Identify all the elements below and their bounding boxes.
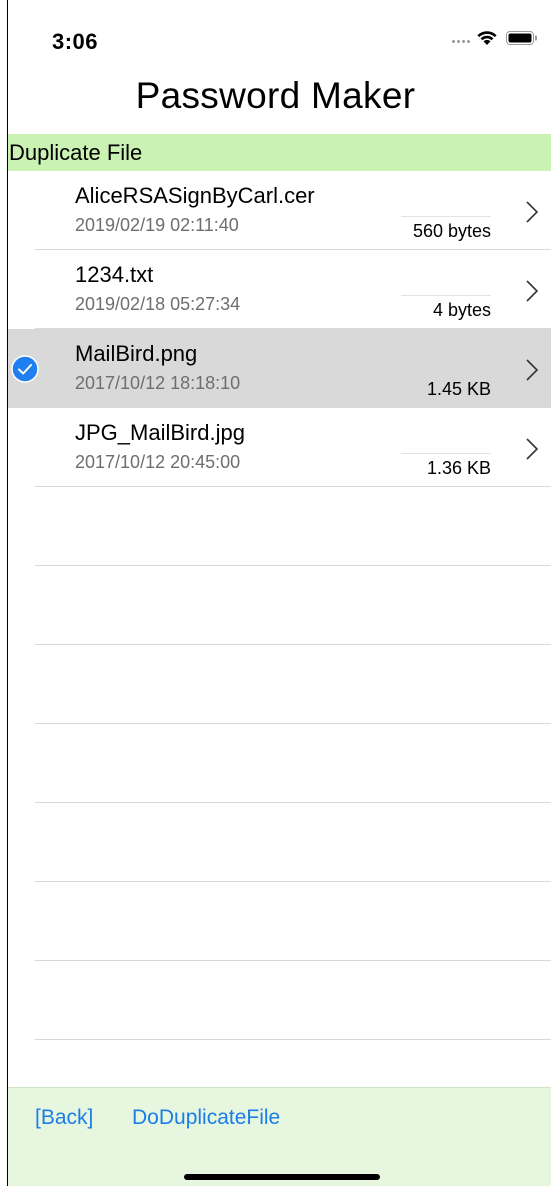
chevron-right-icon [526, 359, 538, 381]
empty-row [8, 882, 551, 961]
file-date: 2019/02/18 05:27:34 [75, 294, 241, 314]
file-row[interactable]: 1234.txt 2019/02/18 05:27:34 4 bytes [8, 250, 551, 329]
bottom-toolbar: [Back] DoDuplicateFile [8, 1087, 551, 1186]
file-row[interactable]: AliceRSASignByCarl.cer 2019/02/19 02:11:… [8, 171, 551, 250]
empty-row [8, 961, 551, 1040]
file-date: 2017/10/12 18:18:10 [75, 373, 241, 393]
file-size: 4 bytes [432, 300, 491, 320]
empty-row [8, 645, 551, 724]
size-divider [401, 216, 491, 217]
file-size: 1.45 KB [426, 379, 491, 399]
signal-dots-icon [452, 40, 470, 43]
chevron-right-icon [526, 438, 538, 460]
size-divider [401, 295, 491, 296]
checkmark-circle-icon[interactable] [11, 355, 39, 383]
empty-row [8, 803, 551, 882]
empty-row [8, 487, 551, 566]
status-time: 3:06 [52, 29, 99, 54]
file-list: AliceRSASignByCarl.cer 2019/02/19 02:11:… [8, 171, 551, 1040]
size-divider [401, 453, 491, 454]
file-date: 2017/10/12 20:45:00 [75, 452, 241, 472]
file-row[interactable]: JPG_MailBird.jpg 2017/10/12 20:45:00 1.3… [8, 408, 551, 487]
file-name: AliceRSASignByCarl.cer [75, 183, 315, 208]
file-row-selected[interactable]: MailBird.png 2017/10/12 18:18:10 1.45 KB [8, 329, 551, 408]
home-indicator[interactable] [184, 1174, 380, 1180]
wifi-icon [477, 31, 497, 45]
file-date: 2019/02/19 02:11:40 [75, 215, 239, 235]
section-header: Duplicate File [8, 134, 551, 171]
file-name: JPG_MailBird.jpg [75, 420, 245, 445]
file-size: 560 bytes [412, 221, 491, 241]
page-title: Password Maker [135, 75, 416, 116]
row-separator [35, 1039, 551, 1040]
file-size: 1.36 KB [426, 458, 491, 478]
file-name: 1234.txt [75, 262, 154, 287]
empty-row [8, 566, 551, 645]
file-name: MailBird.png [75, 341, 198, 366]
chevron-right-icon [526, 280, 538, 302]
do-duplicate-file-button[interactable]: DoDuplicateFile [132, 1106, 280, 1130]
back-button[interactable]: [Back] [35, 1106, 93, 1130]
chevron-right-icon [526, 201, 538, 223]
empty-row [8, 724, 551, 803]
battery-icon [506, 31, 537, 45]
